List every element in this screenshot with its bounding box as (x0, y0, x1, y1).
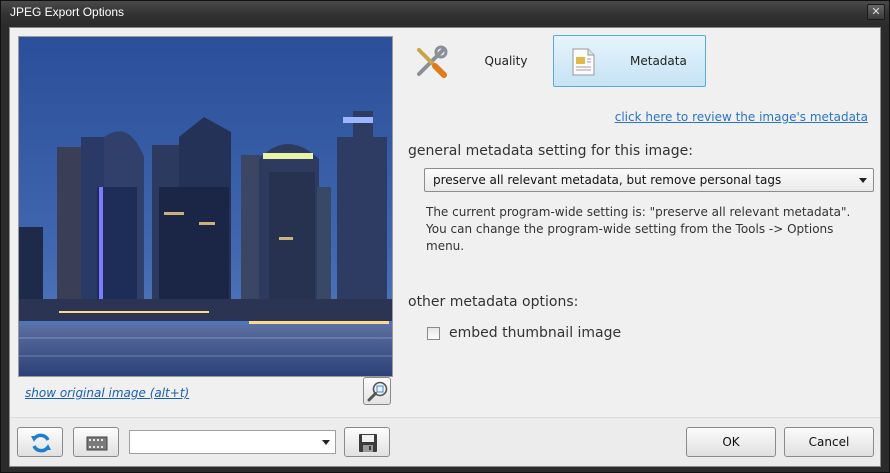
close-button[interactable]: ✕ (867, 4, 885, 20)
refresh-icon (31, 433, 51, 453)
dropdown-arrow-icon (859, 178, 867, 183)
film-strip-icon (86, 436, 108, 451)
magnifier-icon (367, 381, 388, 402)
review-metadata-link[interactable]: click here to review the image's metadat… (615, 110, 868, 124)
document-icon (572, 48, 595, 76)
embed-thumbnail-label[interactable]: embed thumbnail image (449, 325, 621, 341)
image-preview (18, 36, 393, 377)
title-bar[interactable]: JPEG Export Options ✕ (1, 1, 889, 27)
cancel-button[interactable]: Cancel (784, 427, 874, 457)
bottom-toolbar: OK Cancel (10, 417, 880, 466)
zoom-button[interactable] (363, 377, 391, 405)
refresh-button[interactable] (17, 427, 63, 457)
presets-button[interactable] (73, 427, 119, 457)
dropdown-arrow-icon (322, 440, 330, 445)
tab-quality-label: Quality (484, 54, 528, 68)
tools-icon (413, 44, 449, 80)
dialog-content: show original image (alt+t) Quality Meta… (9, 27, 881, 467)
window-title: JPEG Export Options (10, 5, 125, 19)
other-metadata-heading: other metadata options: (408, 294, 579, 310)
ok-button[interactable]: OK (686, 427, 776, 457)
tab-metadata[interactable]: Metadata (553, 35, 706, 87)
save-preset-button[interactable] (344, 427, 390, 457)
jpeg-export-dialog: JPEG Export Options ✕ show original imag… (0, 0, 890, 473)
tab-metadata-label: Metadata (630, 54, 687, 68)
general-metadata-heading: general metadata setting for this image: (408, 143, 693, 159)
metadata-setting-value: preserve all relevant metadata, but remo… (433, 173, 782, 187)
preset-select[interactable] (129, 430, 336, 454)
program-wide-note: The current program-wide setting is: "pr… (426, 205, 851, 253)
tab-quality[interactable]: Quality (462, 35, 550, 87)
embed-thumbnail-checkbox[interactable] (427, 327, 440, 340)
floppy-disk-icon (359, 434, 377, 452)
city-skyline-image (19, 37, 392, 376)
metadata-setting-select[interactable]: preserve all relevant metadata, but remo… (424, 168, 874, 192)
show-original-link[interactable]: show original image (alt+t) (25, 386, 189, 400)
